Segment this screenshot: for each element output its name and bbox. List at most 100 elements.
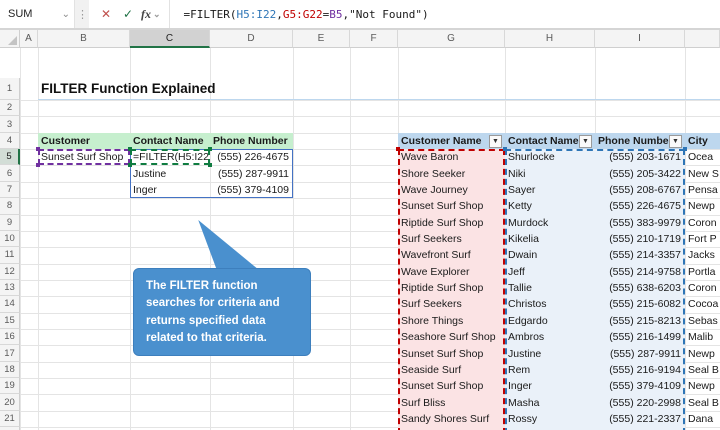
cell-I12[interactable]: (555) 214-9758: [595, 264, 685, 280]
cell-J17[interactable]: Newp: [685, 345, 720, 361]
cell-I16[interactable]: (555) 216-1499: [595, 329, 685, 345]
cell-H20[interactable]: Masha: [505, 394, 595, 410]
insert-function-icon[interactable]: fx ⌄: [139, 3, 163, 25]
filter-dropdown-icon-G[interactable]: ▼: [489, 135, 502, 148]
select-all-corner[interactable]: [0, 30, 20, 48]
cell-G12[interactable]: Wave Explorer: [398, 264, 505, 280]
cell-C6[interactable]: Justine: [130, 165, 210, 181]
cell-J6[interactable]: New S: [685, 165, 720, 181]
column-header-E[interactable]: E: [293, 30, 350, 48]
cell-G15[interactable]: Shore Things: [398, 313, 505, 329]
cell-I18[interactable]: (555) 216-9194: [595, 362, 685, 378]
cell-I20[interactable]: (555) 220-2998: [595, 394, 685, 410]
row-header-10[interactable]: 10: [0, 231, 20, 247]
cell-H9[interactable]: Murdock: [505, 215, 595, 231]
cell-J21[interactable]: Dana: [685, 411, 720, 427]
row-header-17[interactable]: 17: [0, 345, 20, 361]
column-header-G[interactable]: G: [398, 30, 505, 48]
cell-D4-header[interactable]: Phone Number: [210, 133, 293, 149]
column-header-H[interactable]: H: [505, 30, 595, 48]
row-header-13[interactable]: 13: [0, 280, 20, 296]
row-header-19[interactable]: 19: [0, 378, 20, 394]
cell-G14[interactable]: Surf Seekers: [398, 296, 505, 312]
cell-I21[interactable]: (555) 221-2337: [595, 411, 685, 427]
column-header-D[interactable]: D: [210, 30, 293, 48]
row-header-2[interactable]: 2: [0, 100, 20, 116]
row-header-21[interactable]: 21: [0, 411, 20, 427]
cell-G10[interactable]: Surf Seekers: [398, 231, 505, 247]
cell-G17[interactable]: Sunset Surf Shop: [398, 345, 505, 361]
cell-I17[interactable]: (555) 287-9911: [595, 345, 685, 361]
cell-J19[interactable]: Newp: [685, 378, 720, 394]
row-header-14[interactable]: 14: [0, 296, 20, 312]
cell-J14[interactable]: Cocoa: [685, 296, 720, 312]
cell-I10[interactable]: (555) 210-1719: [595, 231, 685, 247]
cell-J10[interactable]: Fort P: [685, 231, 720, 247]
cell-B1-title[interactable]: FILTER Function Explained: [38, 78, 720, 100]
row-header-16[interactable]: 16: [0, 329, 20, 345]
cell-H14[interactable]: Christos: [505, 296, 595, 312]
cell-G9[interactable]: Riptide Surf Shop: [398, 215, 505, 231]
row-header-5[interactable]: 5: [0, 149, 20, 165]
cell-I8[interactable]: (555) 226-4675: [595, 198, 685, 214]
row-header-20[interactable]: 20: [0, 394, 20, 410]
row-header-18[interactable]: 18: [0, 362, 20, 378]
cell-G5[interactable]: Wave Baron: [398, 149, 505, 165]
cell-H8[interactable]: Ketty: [505, 198, 595, 214]
cell-H21[interactable]: Rossy: [505, 411, 595, 427]
chevron-down-icon[interactable]: ⌄: [62, 9, 70, 20]
cell-J7[interactable]: Pensa: [685, 182, 720, 198]
cell-I15[interactable]: (555) 215-8213: [595, 313, 685, 329]
cell-H10[interactable]: Kikelia: [505, 231, 595, 247]
filter-dropdown-icon-I[interactable]: ▼: [669, 135, 682, 148]
cell-H16[interactable]: Ambros: [505, 329, 595, 345]
cell-H17[interactable]: Justine: [505, 345, 595, 361]
row-header-12[interactable]: 12: [0, 264, 20, 280]
cell-D5[interactable]: (555) 226-4675: [210, 149, 293, 165]
cell-G11[interactable]: Wavefront Surf: [398, 247, 505, 263]
cancel-icon[interactable]: ✕: [95, 3, 117, 25]
cell-I19[interactable]: (555) 379-4109: [595, 378, 685, 394]
cell-I5[interactable]: (555) 203-1671: [595, 149, 685, 165]
cell-J4-header[interactable]: City: [685, 133, 720, 149]
column-header-C[interactable]: C: [130, 30, 210, 48]
cell-H6[interactable]: Niki: [505, 165, 595, 181]
cell-D7[interactable]: (555) 379-4109: [210, 182, 293, 198]
cell-G7[interactable]: Wave Journey: [398, 182, 505, 198]
cell-H12[interactable]: Jeff: [505, 264, 595, 280]
cell-J12[interactable]: Portla: [685, 264, 720, 280]
name-box[interactable]: SUM ⌄: [0, 0, 75, 28]
filter-dropdown-icon-H[interactable]: ▼: [579, 135, 592, 148]
cell-H19[interactable]: Inger: [505, 378, 595, 394]
cell-G16[interactable]: Seashore Surf Shop: [398, 329, 505, 345]
row-header-4[interactable]: 4: [0, 133, 20, 149]
row-header-15[interactable]: 15: [0, 313, 20, 329]
cell-J9[interactable]: Coron: [685, 215, 720, 231]
cell-D6[interactable]: (555) 287-9911: [210, 165, 293, 181]
cell-G6[interactable]: Shore Seeker: [398, 165, 505, 181]
cell-H15[interactable]: Edgardo: [505, 313, 595, 329]
cell-I7[interactable]: (555) 208-6767: [595, 182, 685, 198]
cell-J20[interactable]: Seal B: [685, 394, 720, 410]
cell-H7[interactable]: Sayer: [505, 182, 595, 198]
row-header-11[interactable]: 11: [0, 247, 20, 263]
cell-H18[interactable]: Rem: [505, 362, 595, 378]
column-header-B[interactable]: B: [38, 30, 130, 48]
cell-J5[interactable]: Ocea: [685, 149, 720, 165]
cell-G8[interactable]: Sunset Surf Shop: [398, 198, 505, 214]
cell-I14[interactable]: (555) 215-6082: [595, 296, 685, 312]
row-header-1[interactable]: 1: [0, 78, 20, 100]
cell-J11[interactable]: Jacks: [685, 247, 720, 263]
column-header-F[interactable]: F: [350, 30, 398, 48]
row-header-9[interactable]: 9: [0, 215, 20, 231]
cell-I6[interactable]: (555) 205-3422: [595, 165, 685, 181]
cell-C5-formula[interactable]: =FILTER(H5:I22,: [130, 149, 210, 165]
column-header-J[interactable]: [685, 30, 720, 48]
column-header-I[interactable]: I: [595, 30, 685, 48]
cell-C7[interactable]: Inger: [130, 182, 210, 198]
row-header-3[interactable]: 3: [0, 116, 20, 132]
cell-J15[interactable]: Sebas: [685, 313, 720, 329]
row-header-6[interactable]: 6: [0, 165, 20, 181]
cell-C4-header[interactable]: Contact Name: [130, 133, 210, 149]
row-header-8[interactable]: 8: [0, 198, 20, 214]
